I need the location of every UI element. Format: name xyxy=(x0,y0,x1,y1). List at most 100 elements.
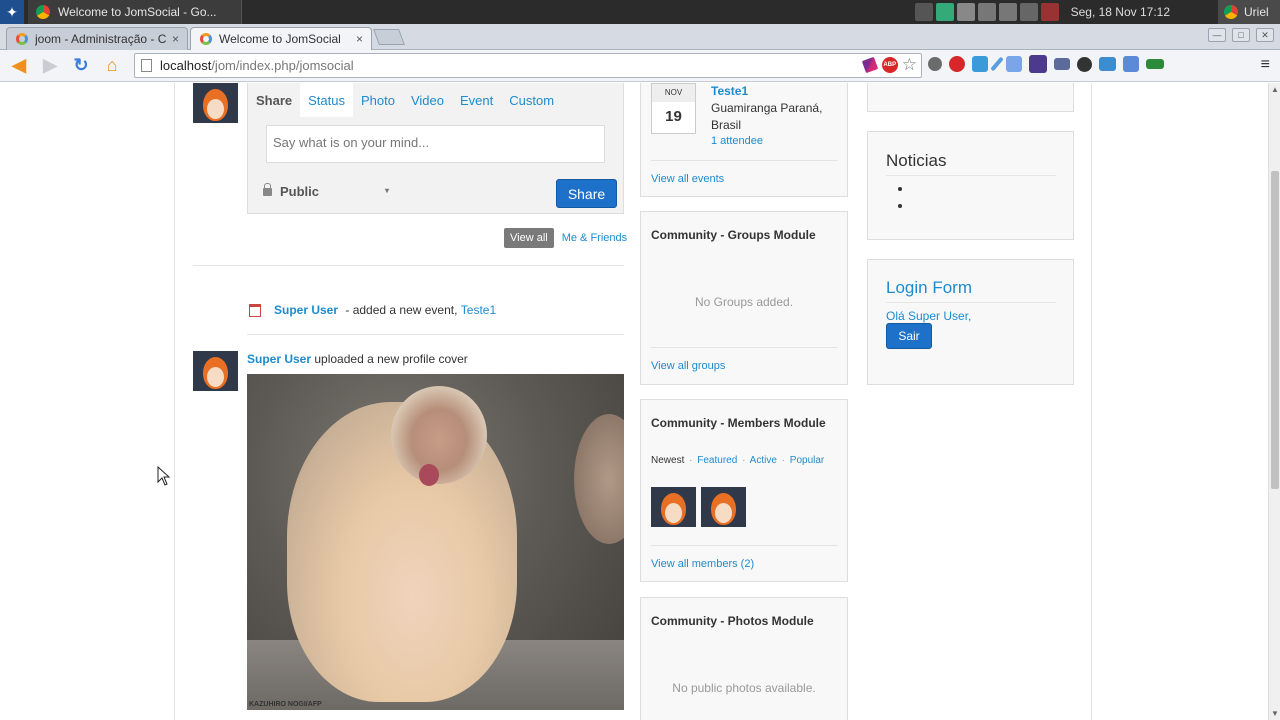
mask-extension-icon[interactable] xyxy=(1029,55,1047,73)
tab-status[interactable]: Status xyxy=(300,83,353,117)
separator: · xyxy=(689,455,693,466)
gear-icon[interactable] xyxy=(1077,56,1092,72)
calc-extension-icon[interactable] xyxy=(1006,56,1022,72)
maximize-icon[interactable]: □ xyxy=(1232,28,1250,42)
tab-joom-admin[interactable]: joom - Administração - Co × xyxy=(6,27,188,50)
reload-icon[interactable]: ↻ xyxy=(68,53,94,79)
address-bar[interactable]: localhost/jom/index.php/jomsocial ABP ☆ xyxy=(134,53,922,78)
scrollbar-thumb[interactable] xyxy=(1271,171,1279,489)
battery-icon[interactable] xyxy=(1040,3,1059,21)
bw-extension-icon[interactable] xyxy=(1146,59,1164,69)
module-title: Community - Photos Module xyxy=(651,614,814,628)
tab-photo[interactable]: Photo xyxy=(353,83,403,117)
extension-icons xyxy=(928,55,1164,73)
forward-arrow-icon[interactable]: ▶ xyxy=(37,53,63,79)
tab-active[interactable]: Active xyxy=(750,455,777,466)
greeting-link[interactable]: Olá Super User, xyxy=(886,309,971,323)
news-module: Noticias xyxy=(867,131,1074,240)
me-friends-filter[interactable]: Me & Friends xyxy=(562,232,627,244)
events-module: NOV 19 Teste1 Guamiranga Paraná, Brasil … xyxy=(640,83,848,197)
chrome-menu-icon[interactable]: ≡ xyxy=(1261,56,1270,74)
tab-event[interactable]: Event xyxy=(452,83,501,117)
tab-close-icon[interactable]: × xyxy=(172,32,179,46)
event-title-link[interactable]: Teste1 xyxy=(711,84,748,98)
event-attendees-link[interactable]: 1 attendee xyxy=(711,135,763,147)
tab-strip: joom - Administração - Co × Welcome to J… xyxy=(0,24,1280,50)
activity-user-link[interactable]: Super User xyxy=(247,352,311,366)
download-extension-icon[interactable] xyxy=(1123,56,1139,72)
page-scrollbar[interactable]: ▲ ▼ xyxy=(1268,83,1280,720)
profile-cover-photo[interactable]: KAZUHIRO NOGI/AFP xyxy=(247,374,624,710)
home-icon[interactable]: ⌂ xyxy=(99,53,125,79)
back-arrow-icon[interactable]: ◀ xyxy=(6,53,32,79)
logout-button[interactable]: Sair xyxy=(886,323,932,349)
empty-message: No Groups added. xyxy=(694,295,794,309)
event-location: Guamiranga Paraná, Brasil xyxy=(711,101,823,132)
content-border-right xyxy=(1091,83,1092,720)
os-menu-icon[interactable]: ✦ xyxy=(0,0,24,24)
view-all-events-link[interactable]: View all events xyxy=(651,173,724,185)
member-avatar[interactable] xyxy=(701,487,746,527)
share-button[interactable]: Share xyxy=(556,179,617,208)
adblock-icon[interactable]: ABP xyxy=(881,57,898,73)
bookmark-star-icon[interactable]: ☆ xyxy=(902,56,917,73)
divider xyxy=(651,347,838,348)
stop-extension-icon[interactable] xyxy=(949,56,965,72)
login-module: Login Form Olá Super User, Sair xyxy=(867,259,1074,385)
network-icon[interactable] xyxy=(935,3,954,21)
event-date-tile: NOV 19 xyxy=(651,83,696,134)
sidebar-box-top xyxy=(867,83,1074,112)
workspace-icon[interactable] xyxy=(914,3,933,21)
printer-icon[interactable] xyxy=(956,3,975,21)
bug-extension-icon[interactable] xyxy=(928,57,942,71)
taskbar-window-chrome[interactable]: Welcome to JomSocial - Go... xyxy=(28,0,242,24)
envelope-extension-icon[interactable] xyxy=(1054,58,1070,70)
tab-popular[interactable]: Popular xyxy=(790,455,824,466)
privacy-label: Public xyxy=(280,184,320,199)
photos-module: Community - Photos Module No public phot… xyxy=(640,597,848,720)
volume-icon[interactable] xyxy=(998,3,1017,21)
scroll-up-icon[interactable]: ▲ xyxy=(1271,85,1279,94)
joomla-icon xyxy=(15,32,29,46)
minimize-icon[interactable]: — xyxy=(1208,28,1226,42)
close-window-icon[interactable]: ✕ xyxy=(1256,28,1274,42)
status-input[interactable]: Say what is on your mind... xyxy=(266,125,605,163)
divider xyxy=(651,160,838,161)
chrome-icon xyxy=(1224,5,1238,19)
scroll-down-icon[interactable]: ▼ xyxy=(1271,709,1279,718)
mail-icon[interactable] xyxy=(977,3,996,21)
avatar[interactable] xyxy=(193,351,238,391)
new-tab-button[interactable] xyxy=(373,29,405,45)
activity-event-link[interactable]: Teste1 xyxy=(461,303,496,317)
divider xyxy=(247,334,624,335)
taskbar-window-second[interactable]: Uriel xyxy=(1218,0,1280,24)
view-all-groups-link[interactable]: View all groups xyxy=(651,360,725,372)
tab-jomsocial[interactable]: Welcome to JomSocial × xyxy=(190,27,372,50)
lock-icon xyxy=(263,182,272,196)
url-host: localhost xyxy=(160,58,212,73)
member-avatar[interactable] xyxy=(651,487,696,527)
list-bullet xyxy=(898,204,902,208)
separator: · xyxy=(742,455,746,466)
user-icon[interactable] xyxy=(1019,3,1038,21)
view-all-members-link[interactable]: View all members (2) xyxy=(651,558,754,570)
tab-close-icon[interactable]: × xyxy=(356,32,363,46)
calendar-icon xyxy=(249,303,261,317)
module-title: Community - Groups Module xyxy=(651,228,816,242)
screen-extension-icon[interactable] xyxy=(1099,57,1116,71)
view-all-filter[interactable]: View all xyxy=(504,228,554,248)
tab-title: joom - Administração - Co xyxy=(35,32,166,46)
privacy-dropdown[interactable]: Public ▾ xyxy=(263,182,389,199)
tab-video[interactable]: Video xyxy=(403,83,452,117)
tab-custom[interactable]: Custom xyxy=(501,83,562,117)
taskbar-user-label: Uriel xyxy=(1244,5,1269,19)
clock[interactable]: Seg, 18 Nov 17:12 xyxy=(1071,5,1170,19)
pen-extension-icon[interactable] xyxy=(990,56,1004,72)
puzzle-extension-icon[interactable] xyxy=(972,56,988,72)
divider xyxy=(886,175,1056,176)
avatar[interactable] xyxy=(193,83,238,123)
activity-user-link[interactable]: Super User xyxy=(274,303,338,317)
extension-feather-icon[interactable] xyxy=(861,56,878,74)
tab-newest[interactable]: Newest xyxy=(651,455,684,466)
tab-featured[interactable]: Featured xyxy=(697,455,737,466)
